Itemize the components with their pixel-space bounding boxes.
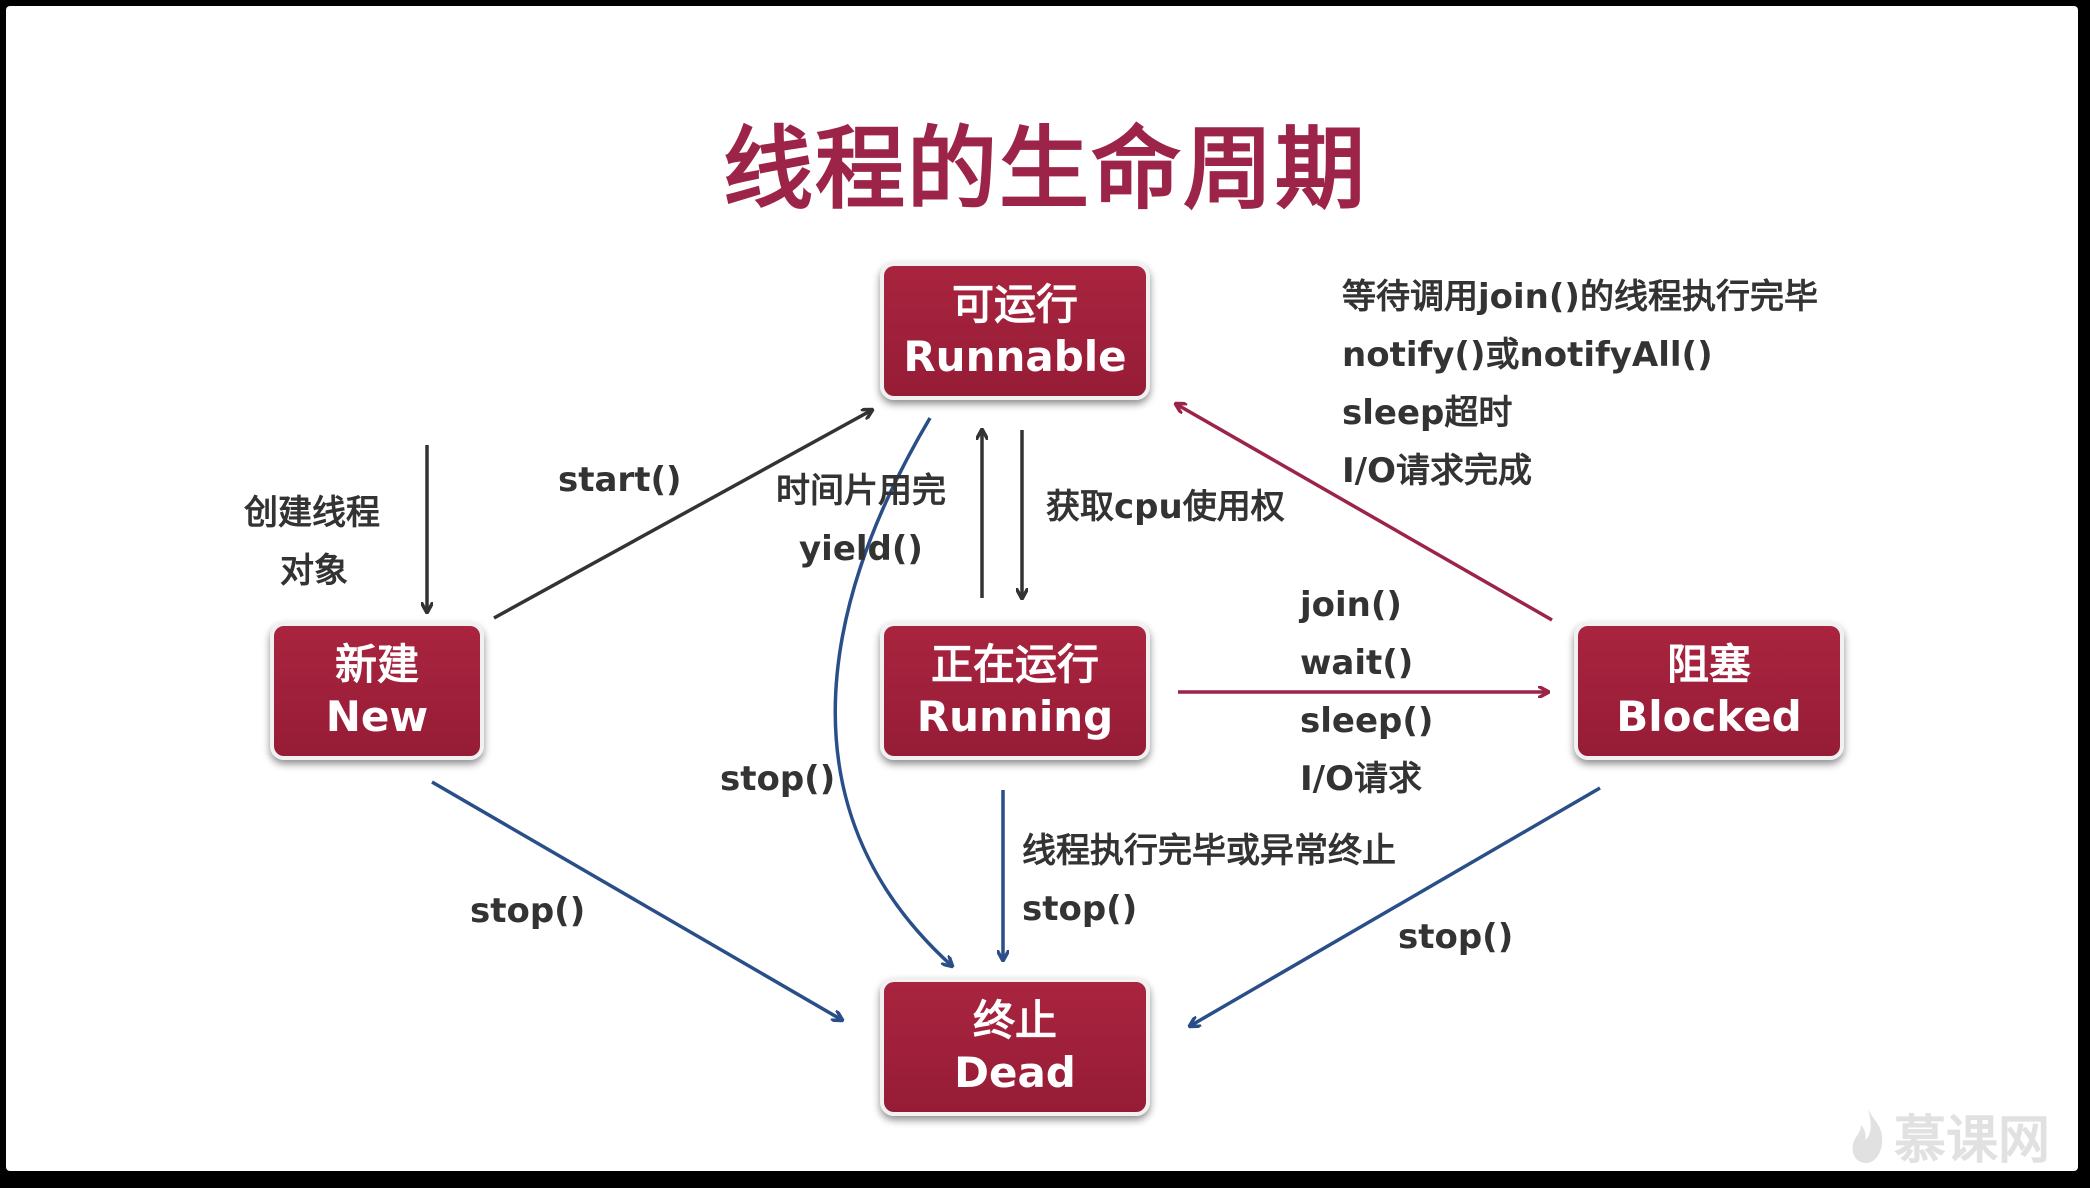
label-running-end: 线程执行完毕或异常终止 stop() (1022, 822, 1396, 938)
state-running-zh: 正在运行 (930, 640, 1099, 689)
state-new-zh: 新建 (334, 640, 419, 689)
label-block-line4: I/O请求 (1300, 759, 1422, 799)
label-stop-new: stop() (470, 891, 586, 931)
state-new-en: New (325, 692, 429, 741)
diagram-title: 线程的生命周期 (723, 117, 1367, 222)
state-running-en: Running (916, 692, 1114, 741)
label-get-cpu: 获取cpu使用权 (1046, 487, 1285, 527)
label-block-line1: join() (1300, 585, 1402, 625)
label-timeslice-line1: 时间片用完 (776, 471, 946, 511)
state-running: 正在运行 Running (880, 622, 1150, 760)
state-runnable-en: Runnable (903, 332, 1127, 381)
label-timeslice-line2: yield() (799, 529, 923, 569)
brand-logo: 慕课网 (1848, 1098, 2050, 1173)
state-dead-en: Dead (954, 1048, 1076, 1097)
label-unblock-line2: notify()或notifyAll() (1342, 335, 1713, 375)
label-create: 创建线程 对象 (244, 484, 380, 600)
label-unblock: 等待调用join()的线程执行完毕 notify()或notifyAll() s… (1342, 268, 1818, 500)
state-blocked: 阻塞 Blocked (1574, 622, 1844, 760)
label-running-end-line2: stop() (1022, 889, 1138, 929)
label-start: start() (558, 460, 682, 500)
state-blocked-en: Blocked (1616, 692, 1802, 741)
label-block-line3: sleep() (1300, 701, 1434, 741)
label-unblock-line1: 等待调用join()的线程执行完毕 (1342, 277, 1818, 317)
state-new: 新建 New (270, 622, 484, 760)
label-create-line2: 对象 (280, 551, 348, 591)
label-stop-runnable: stop() (720, 759, 836, 799)
flame-icon (1852, 1108, 1883, 1163)
label-running-end-line1: 线程执行完毕或异常终止 (1022, 831, 1396, 871)
label-unblock-line3: sleep超时 (1342, 393, 1513, 433)
label-timeslice: 时间片用完 yield() (776, 462, 946, 578)
label-create-line1: 创建线程 (244, 493, 380, 533)
slide: 线程的生命周期 可运行 Runnable 新建 New 正在运行 Running… (0, 0, 2090, 1188)
state-dead: 终止 Dead (880, 978, 1150, 1116)
label-unblock-line4: I/O请求完成 (1342, 451, 1532, 491)
label-block: join() wait() sleep() I/O请求 (1300, 576, 1433, 808)
state-runnable: 可运行 Runnable (880, 262, 1150, 400)
state-blocked-zh: 阻塞 (1666, 640, 1751, 689)
label-block-line2: wait() (1300, 643, 1414, 683)
state-dead-zh: 终止 (972, 996, 1057, 1045)
state-runnable-zh: 可运行 (951, 280, 1078, 329)
brand-logo-text: 慕课网 (1894, 1111, 2051, 1171)
label-stop-blocked: stop() (1398, 917, 1514, 957)
